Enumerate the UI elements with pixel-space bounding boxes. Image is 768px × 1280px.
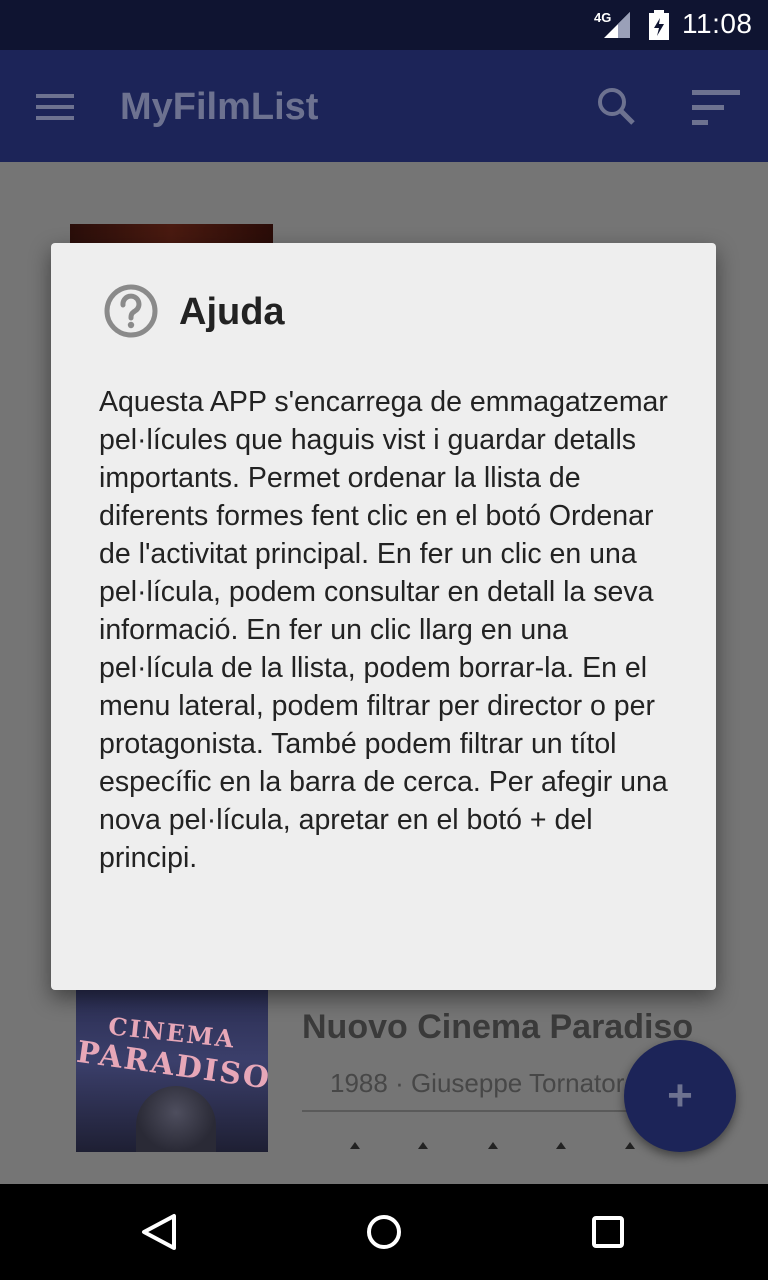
home-icon[interactable]: [366, 1214, 402, 1250]
add-icon: +: [667, 1071, 693, 1120]
help-dialog: Ajuda Aquesta APP s'encarrega de emmagat…: [51, 243, 716, 990]
film-poster[interactable]: [70, 224, 273, 244]
back-icon[interactable]: [140, 1212, 180, 1252]
film-meta: 1988 · Giuseppe Tornatore: [330, 1068, 639, 1098]
dialog-title: Ajuda: [179, 291, 285, 333]
system-navigation-bar: [0, 1184, 768, 1280]
film-poster[interactable]: CINEMA PARADISO: [76, 988, 268, 1152]
app-bar: MyFilmList: [0, 50, 768, 162]
status-bar: 4G 11:08: [0, 0, 768, 50]
hamburger-menu-icon[interactable]: [36, 92, 76, 122]
search-icon[interactable]: [596, 86, 636, 126]
status-time: 11:08: [682, 8, 753, 39]
star-icon: [625, 1142, 635, 1149]
help-icon: [104, 284, 158, 338]
star-icon: [418, 1142, 428, 1149]
star-icon: [556, 1142, 566, 1149]
star-icon: [350, 1142, 360, 1149]
sort-icon[interactable]: [690, 88, 742, 128]
poster-figure: [136, 1086, 216, 1152]
add-film-button[interactable]: +: [624, 1040, 736, 1152]
battery-icon: [649, 10, 669, 40]
recents-icon[interactable]: [592, 1216, 624, 1248]
star-icon: [488, 1142, 498, 1149]
app-title: MyFilmList: [120, 86, 319, 128]
rating-stars: [350, 1142, 650, 1162]
dialog-body-text: Aquesta APP s'encarrega de emmagatzemar …: [99, 386, 668, 874]
film-title[interactable]: Nuovo Cinema Paradiso: [302, 1008, 693, 1047]
signal-icon: [604, 12, 630, 38]
